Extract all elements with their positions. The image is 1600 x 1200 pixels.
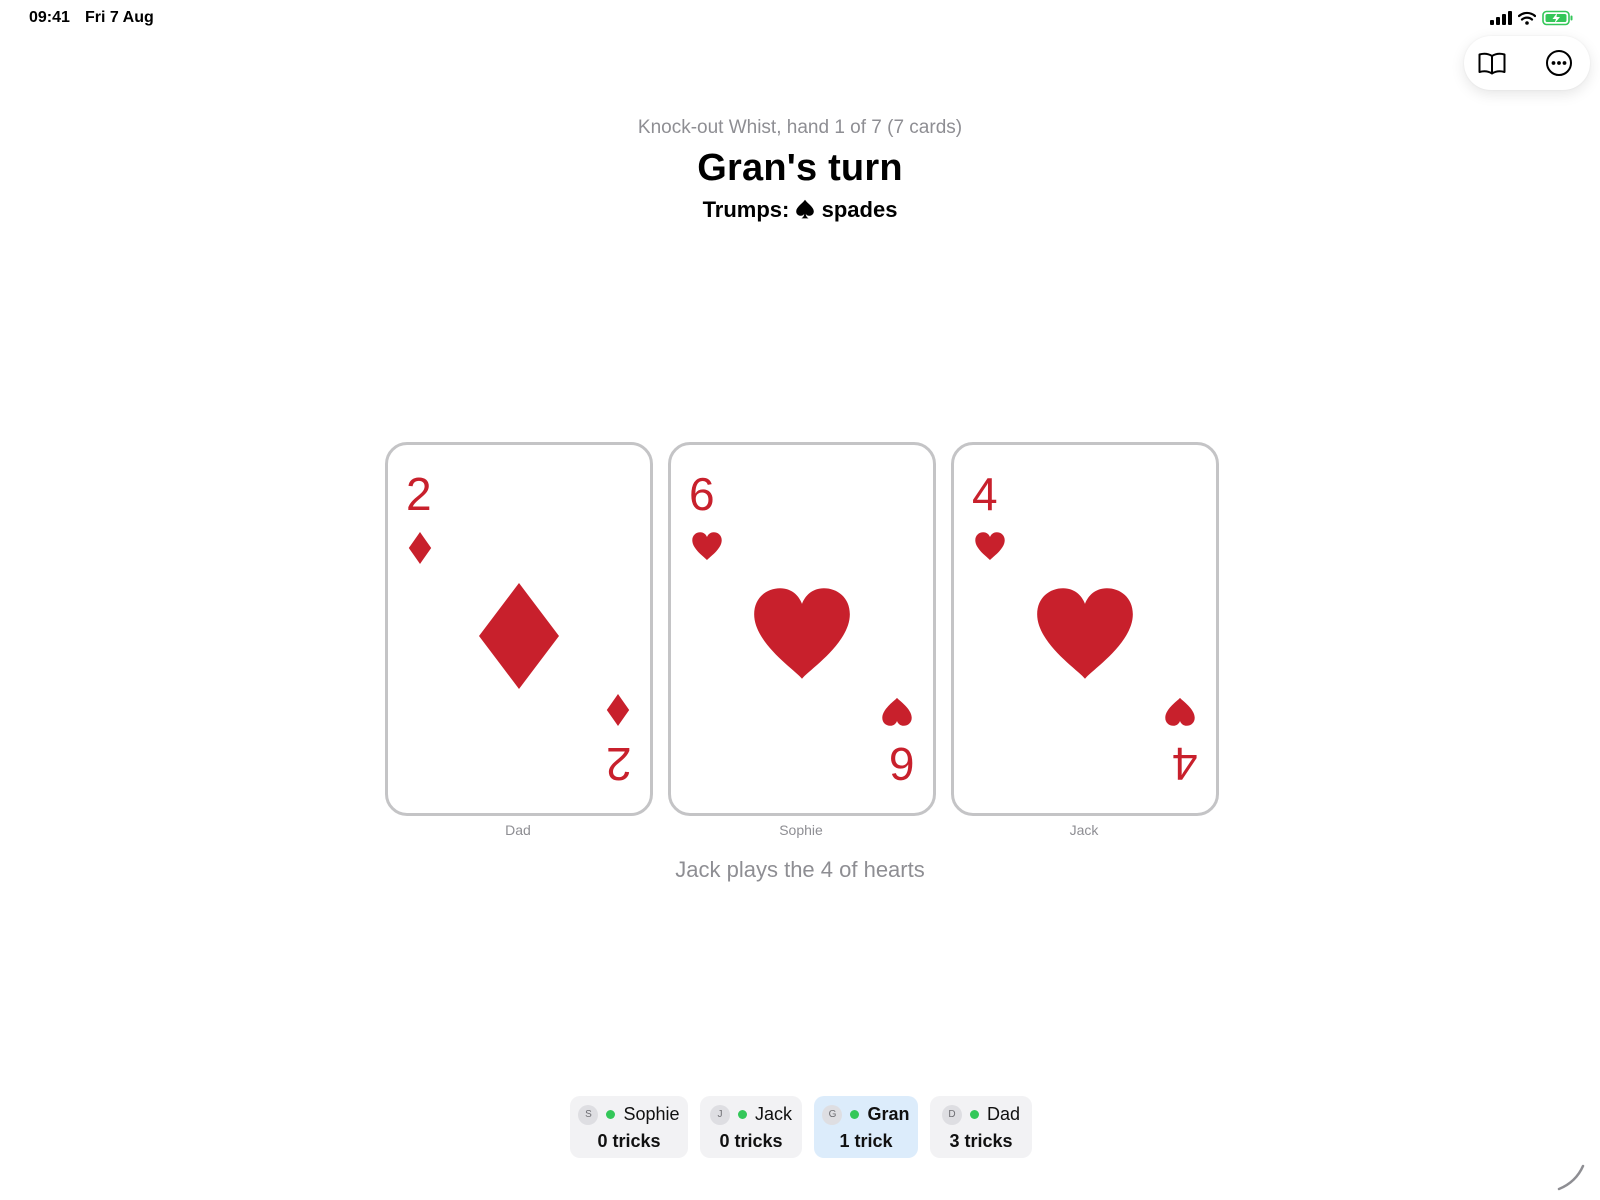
online-status-dot — [969, 1110, 979, 1119]
toolbar-actions — [1464, 36, 1590, 90]
trick-status-message: Jack plays the 4 of hearts — [675, 857, 925, 882]
heart-icon — [692, 532, 722, 561]
heart-icon — [1037, 588, 1133, 679]
trumps-suit: spades — [821, 197, 898, 222]
avatar: G — [822, 1104, 843, 1125]
card-player-label: Sophie — [779, 822, 823, 838]
played-card-6-hearts: 6 6 — [668, 442, 936, 816]
player-tricks: 0 tricks — [719, 1131, 783, 1151]
home-indicator-icon — [1557, 1164, 1585, 1191]
player-tricks: 3 tricks — [949, 1131, 1013, 1151]
rules-book-button[interactable] — [1476, 47, 1508, 79]
trumps-indicator: Trumps: spades — [0, 197, 1600, 223]
card-rank-top: 2 — [406, 468, 432, 520]
diamond-icon — [408, 532, 432, 564]
player-name: Jack — [754, 1104, 792, 1124]
avatar: S — [578, 1104, 599, 1125]
turn-title: Gran's turn — [697, 147, 903, 189]
online-status-dot — [737, 1110, 747, 1119]
battery-charging-icon — [1542, 10, 1573, 26]
status-bar: 09:41 Fri 7 Aug — [0, 0, 1600, 36]
avatar: D — [941, 1104, 962, 1125]
trick-slot-jack: 4 4 Jack — [951, 442, 1219, 838]
card-rank-top: 4 — [972, 468, 998, 520]
card-rank-bottom: 6 — [889, 738, 915, 790]
diamond-icon — [606, 694, 630, 726]
heart-icon — [975, 532, 1005, 561]
ellipsis-circle-icon — [1546, 50, 1572, 76]
heart-icon — [754, 588, 850, 679]
player-pill-dad[interactable]: D Dad 3 tricks — [930, 1096, 1032, 1158]
avatar: J — [709, 1104, 730, 1125]
card-player-label: Jack — [1069, 822, 1099, 838]
status-date: Fri 7 Aug — [85, 9, 154, 26]
player-pill-gran[interactable]: G Gran 1 trick — [814, 1096, 918, 1158]
status-icons — [1490, 10, 1574, 26]
diamond-icon — [479, 583, 559, 689]
game-subtitle: Knock-out Whist, hand 1 of 7 (7 cards) — [637, 117, 963, 138]
trick-slot-dad: 2 2 Dad — [385, 442, 653, 838]
trick-slot-sophie: 6 6 Sophie — [668, 442, 936, 838]
card-rank-bottom: 2 — [606, 738, 632, 790]
player-score-bar: S Sophie 0 tricks J Jack 0 tricks G Gran… — [0, 1096, 1600, 1160]
cellular-signal-icon — [1490, 11, 1512, 25]
card-rank-bottom: 4 — [1172, 738, 1198, 790]
played-card-2-diamonds: 2 2 — [385, 442, 653, 816]
book-icon — [1478, 52, 1506, 75]
wifi-icon — [1518, 11, 1536, 25]
heart-icon — [1165, 697, 1195, 726]
game-header: Knock-out Whist, hand 1 of 7 (7 cards) G… — [0, 117, 1600, 223]
player-name: Dad — [986, 1104, 1021, 1124]
heart-icon — [882, 697, 912, 726]
trumps-label: Trumps: — [702, 197, 790, 222]
player-name: Gran — [867, 1104, 910, 1124]
player-name: Sophie — [623, 1104, 680, 1124]
player-tricks: 1 trick — [839, 1131, 893, 1151]
card-rank-top: 6 — [689, 468, 715, 520]
player-pill-sophie[interactable]: S Sophie 0 tricks — [570, 1096, 688, 1158]
status-time: 09:41 — [29, 9, 70, 26]
online-status-dot — [606, 1110, 616, 1119]
more-options-button[interactable] — [1543, 47, 1575, 79]
player-tricks: 0 tricks — [597, 1131, 661, 1151]
spade-icon — [796, 199, 815, 219]
player-pill-jack[interactable]: J Jack 0 tricks — [700, 1096, 802, 1158]
trick-area: 2 2 Dad 6 6 Sophie 4 4 Jack — [385, 442, 1219, 842]
online-status-dot — [850, 1110, 860, 1119]
card-player-label: Dad — [505, 822, 531, 838]
played-card-4-hearts: 4 4 — [951, 442, 1219, 816]
